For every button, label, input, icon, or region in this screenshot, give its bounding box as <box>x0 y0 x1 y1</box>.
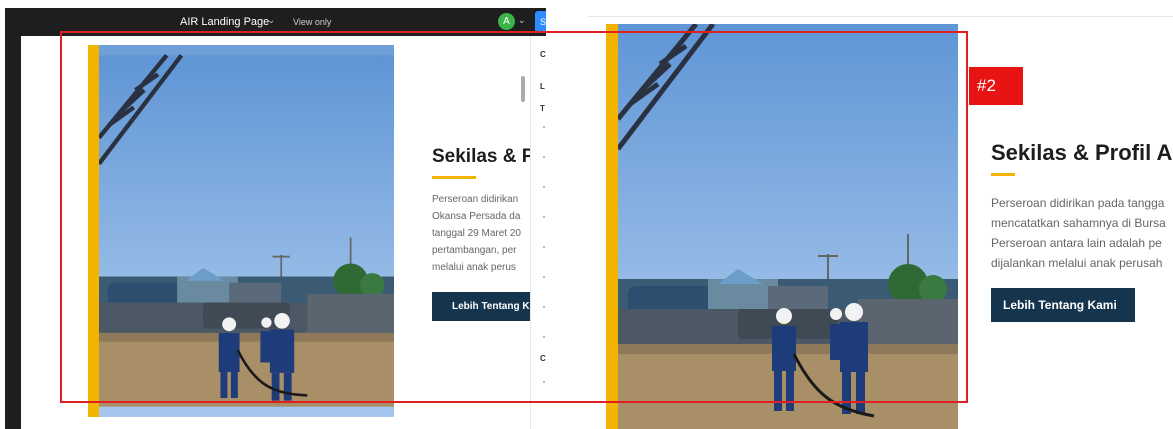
editor-left-strip <box>5 36 21 429</box>
avatar[interactable]: A <box>498 13 515 30</box>
paragraph-line: Perseroan didirikan pada tangga <box>991 196 1165 210</box>
file-title[interactable]: AIR Landing Page <box>180 16 269 28</box>
header-divider <box>588 16 1173 17</box>
section-paragraph-right: Perseroan didirikan pada tangga mencatat… <box>991 193 1166 273</box>
heading-underline <box>991 173 1015 176</box>
chevron-down-icon[interactable]: ⌄ <box>267 15 275 26</box>
paragraph-line: dijalankan melalui anak perusah <box>991 256 1163 270</box>
share-button[interactable]: S <box>535 11 546 33</box>
view-mode-label: View only <box>293 17 332 27</box>
section-heading-right: Sekilas & Profil A <box>991 140 1173 165</box>
annotation-label: #2 <box>969 67 1023 105</box>
annotation-box <box>60 31 968 403</box>
learn-more-button-right[interactable]: Lebih Tentang Kami <box>991 288 1135 322</box>
paragraph-line: Perseroan antara lain adalah pe <box>991 236 1162 250</box>
avatar-chevron-icon[interactable]: ⌄ <box>518 15 526 26</box>
paragraph-line: mencatatkan sahamnya di Bursa <box>991 216 1166 230</box>
